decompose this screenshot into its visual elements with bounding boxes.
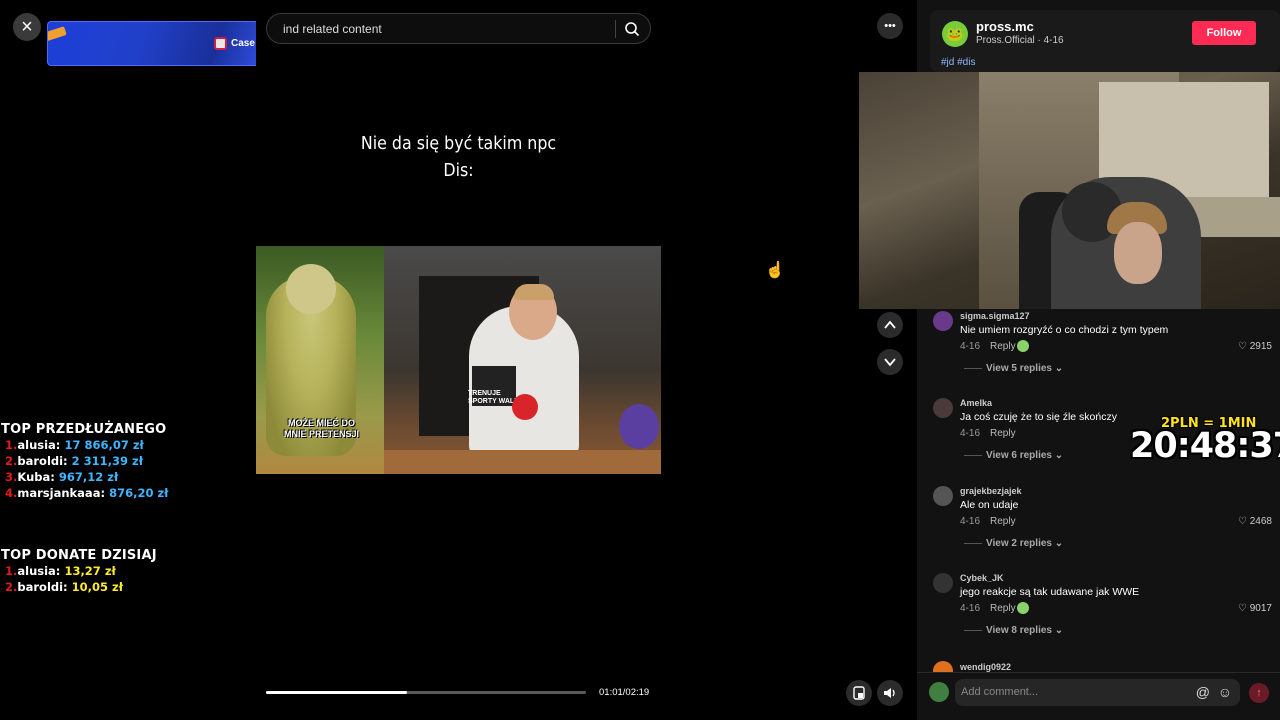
author-meta: Pross.Official · 4-16 bbox=[976, 35, 1064, 46]
view-replies-button[interactable]: View 8 replies ⌄ bbox=[964, 625, 1063, 636]
author-card: 🐸 pross.mc Pross.Official · 4-16 Follow … bbox=[930, 10, 1280, 72]
comment-input[interactable]: Add comment... @ ☺ bbox=[955, 679, 1240, 706]
progress-fill bbox=[266, 691, 407, 694]
video-frame: MOŻE MIEĆ DO MNIE PRETENSJI TRENUJE SPORTY… bbox=[256, 246, 661, 474]
streamer-face bbox=[1114, 222, 1162, 284]
pip-button[interactable] bbox=[846, 680, 872, 706]
comment-username[interactable]: Cybek_JK bbox=[960, 573, 1004, 583]
comment-username[interactable]: Amelka bbox=[960, 398, 992, 408]
desk bbox=[384, 450, 661, 474]
video-time: 01:01/02:19 bbox=[599, 687, 650, 698]
avatar[interactable] bbox=[933, 661, 953, 672]
author-avatar[interactable]: 🐸 bbox=[942, 21, 968, 47]
avatar[interactable] bbox=[933, 398, 953, 418]
view-replies-button[interactable]: View 2 replies ⌄ bbox=[964, 538, 1063, 549]
board-row: 2.baroldi: 2 311,39 zł bbox=[5, 454, 144, 468]
board-row: 1.alusia: 17 866,07 zł bbox=[5, 438, 144, 452]
board-title: TOP DONATE DZISIAJ bbox=[1, 548, 157, 563]
board-row: 2.baroldi: 10,05 zł bbox=[5, 580, 124, 594]
comment-text: jego reakcje są tak udawane jak WWE bbox=[960, 586, 1140, 598]
caption-line: Nie da się być takim npc bbox=[360, 133, 557, 154]
comment-username[interactable]: sigma.sigma127 bbox=[960, 311, 1030, 321]
comment-item: wendig0922 bbox=[930, 658, 1280, 672]
streamer-webcam bbox=[859, 72, 1280, 309]
board-row: 1.alusia: 13,27 zł bbox=[5, 564, 116, 578]
comment-item: sigma.sigma127 Nie umiem rozgryźć o co c… bbox=[930, 308, 1280, 388]
top-donate-board: TOP DONATE DZISIAJ 1.alusia: 13,27 zł 2.… bbox=[1, 548, 157, 595]
mention-icon[interactable]: @ bbox=[1196, 684, 1210, 700]
comment-placeholder: Add comment... bbox=[961, 686, 1039, 698]
comment-meta: 4-16 Reply bbox=[960, 603, 1016, 614]
reply-button[interactable]: Reply bbox=[990, 603, 1016, 614]
presenter-hair bbox=[514, 284, 554, 300]
emoji-picker-icon[interactable]: ☺ bbox=[1218, 684, 1232, 700]
sponsor-brand: Case bbox=[231, 38, 255, 49]
studio-panel: TRENUJE SPORTY WALKI bbox=[384, 246, 661, 474]
video-tagline: MOŻE MIEĆ DO MNIE PRETENSJI bbox=[284, 418, 360, 439]
close-icon[interactable]: × bbox=[13, 13, 41, 41]
comment-meta: 4-16 Reply bbox=[960, 341, 1016, 352]
comment-meta: 4-16 Reply bbox=[960, 428, 1016, 439]
previous-video-button[interactable] bbox=[877, 312, 903, 338]
board-title: TOP PRZEDŁUŻANEGO bbox=[1, 422, 167, 437]
emoji-icon bbox=[1017, 602, 1029, 614]
reply-button[interactable]: Reply bbox=[990, 428, 1016, 439]
board-row: 3.Kuba: 967,12 zł bbox=[5, 470, 119, 484]
comment-text: Nie umiem rozgryźć o co chodzi z tym typ… bbox=[960, 324, 1169, 336]
chevron-up-icon bbox=[884, 320, 896, 329]
follow-button[interactable]: Follow bbox=[1192, 21, 1256, 45]
like-count[interactable]: ♡ 2468 bbox=[1238, 516, 1272, 527]
pencil-icon bbox=[48, 26, 67, 43]
search-divider bbox=[615, 20, 616, 38]
avatar[interactable] bbox=[933, 573, 953, 593]
turtle-head bbox=[286, 264, 336, 314]
comment-text: Ale on udaje bbox=[960, 499, 1019, 511]
avatar bbox=[929, 682, 949, 702]
subathon-timer: 20:48:37 bbox=[1130, 426, 1280, 466]
comment-item: grajekbezjajek Ale on udaje 4-16 Reply ♡ … bbox=[930, 483, 1280, 563]
author-username[interactable]: pross.mc bbox=[976, 19, 1034, 34]
mascot bbox=[619, 404, 659, 449]
reply-button[interactable]: Reply bbox=[990, 341, 1016, 352]
search-input[interactable]: ind related content bbox=[266, 13, 651, 44]
board-row: 4.marsjankaaa: 876,20 zł bbox=[5, 486, 169, 500]
comment-username[interactable]: grajekbezjajek bbox=[960, 486, 1022, 496]
view-replies-button[interactable]: View 5 replies ⌄ bbox=[964, 363, 1063, 374]
comment-text: Ja coś czuję że to się źle skończy bbox=[960, 411, 1117, 423]
more-options-icon[interactable]: ••• bbox=[877, 13, 903, 39]
progress-bar[interactable] bbox=[266, 691, 586, 694]
hashtags[interactable]: #jd #dis bbox=[941, 57, 975, 68]
emoji-icon bbox=[1017, 340, 1029, 352]
search-placeholder: ind related content bbox=[283, 22, 382, 36]
volume-button[interactable] bbox=[877, 680, 903, 706]
video-caption: Nie da się być takim npc Dis: bbox=[280, 130, 636, 184]
mouse-cursor-icon: ☝ bbox=[765, 262, 785, 279]
top-extension-board: TOP PRZEDŁUŻANEGO 1.alusia: 17 866,07 zł… bbox=[1, 422, 168, 501]
next-video-button[interactable] bbox=[877, 349, 903, 375]
sponsor-banner: Casehug bbox=[47, 21, 285, 66]
reply-button[interactable]: Reply bbox=[990, 516, 1016, 527]
send-icon[interactable]: ↑ bbox=[1249, 683, 1269, 703]
volume-icon bbox=[884, 688, 895, 698]
comment-item: Cybek_JK jego reakcje są tak udawane jak… bbox=[930, 570, 1280, 650]
view-replies-button[interactable]: View 6 replies ⌄ bbox=[964, 450, 1063, 461]
avatar[interactable] bbox=[933, 311, 953, 331]
caption-line: Dis: bbox=[443, 160, 474, 181]
logo-mark-icon bbox=[214, 37, 227, 50]
chevron-down-icon bbox=[884, 358, 896, 367]
boxing-glove bbox=[512, 394, 538, 420]
comment-username[interactable]: wendig0922 bbox=[960, 662, 1011, 672]
picture-in-picture-icon bbox=[853, 686, 865, 700]
comment-meta: 4-16 Reply bbox=[960, 516, 1016, 527]
avatar[interactable] bbox=[933, 486, 953, 506]
like-count[interactable]: ♡ 9017 bbox=[1238, 603, 1272, 614]
like-count[interactable]: ♡ 2915 bbox=[1238, 341, 1272, 352]
search-icon[interactable] bbox=[624, 21, 640, 37]
